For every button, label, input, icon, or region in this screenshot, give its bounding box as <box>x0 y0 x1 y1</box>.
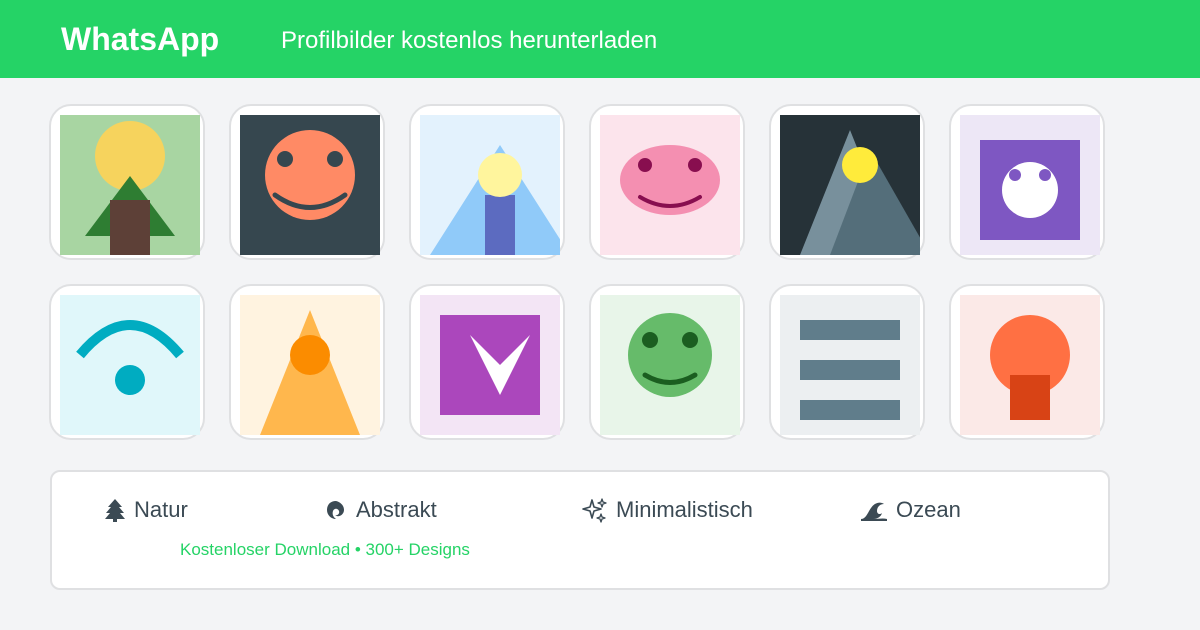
orange-mushroom-image <box>960 295 1100 435</box>
gallery-tile-orange-triangle[interactable] <box>229 284 385 440</box>
brand-logo[interactable]: WhatsApp <box>61 20 219 58</box>
tree-icon <box>105 499 125 522</box>
category-abstrakt[interactable]: Abstrakt <box>324 496 437 524</box>
tree-sun-image <box>60 115 200 255</box>
category-label: Abstrakt <box>356 497 437 522</box>
category-minimalistisch[interactable]: Minimalistisch <box>582 496 753 524</box>
gallery-tile-night-mountain[interactable] <box>769 104 925 260</box>
purple-chevron-image <box>420 295 560 435</box>
gallery-tile-purple-ghost[interactable] <box>949 104 1105 260</box>
menu-lines-image <box>780 295 920 435</box>
category-ozean[interactable]: Ozean <box>860 496 961 524</box>
night-mountain-image <box>780 115 920 255</box>
category-natur[interactable]: Natur <box>104 496 188 524</box>
page-tagline: Profilbilder kostenlos herunterladen <box>281 27 658 54</box>
purple-ghost-image <box>960 115 1100 255</box>
category-label: Minimalistisch <box>616 497 753 522</box>
pink-blob-image <box>600 115 740 255</box>
green-smiley-image <box>600 295 740 435</box>
download-info: Kostenloser Download • 300+ Designs <box>180 540 470 559</box>
orange-smiley-image <box>240 115 380 255</box>
gallery-tile-orange-smiley[interactable] <box>229 104 385 260</box>
sparkle-icon <box>582 498 607 523</box>
header-bar: WhatsApp Profilbilder kostenlos herunter… <box>0 0 1200 78</box>
category-label: Ozean <box>896 497 961 522</box>
wave-icon <box>861 502 887 521</box>
swirl-icon <box>327 501 344 519</box>
wifi-signal-image <box>60 295 200 435</box>
gallery-tile-pink-blob[interactable] <box>589 104 745 260</box>
gallery-tile-orange-mushroom[interactable] <box>949 284 1105 440</box>
lighthouse-image <box>420 115 560 255</box>
orange-triangle-image <box>240 295 380 435</box>
gallery-tile-green-smiley[interactable] <box>589 284 745 440</box>
gallery-tile-wifi-signal[interactable] <box>49 284 205 440</box>
gallery-tile-menu-lines[interactable] <box>769 284 925 440</box>
category-label: Natur <box>134 497 188 522</box>
gallery-tile-lighthouse[interactable] <box>409 104 565 260</box>
category-panel: Natur Abstrakt Minimalistisch Ozean Kost… <box>50 470 1110 590</box>
gallery-tile-tree-sun[interactable] <box>49 104 205 260</box>
gallery-tile-purple-chevron[interactable] <box>409 284 565 440</box>
